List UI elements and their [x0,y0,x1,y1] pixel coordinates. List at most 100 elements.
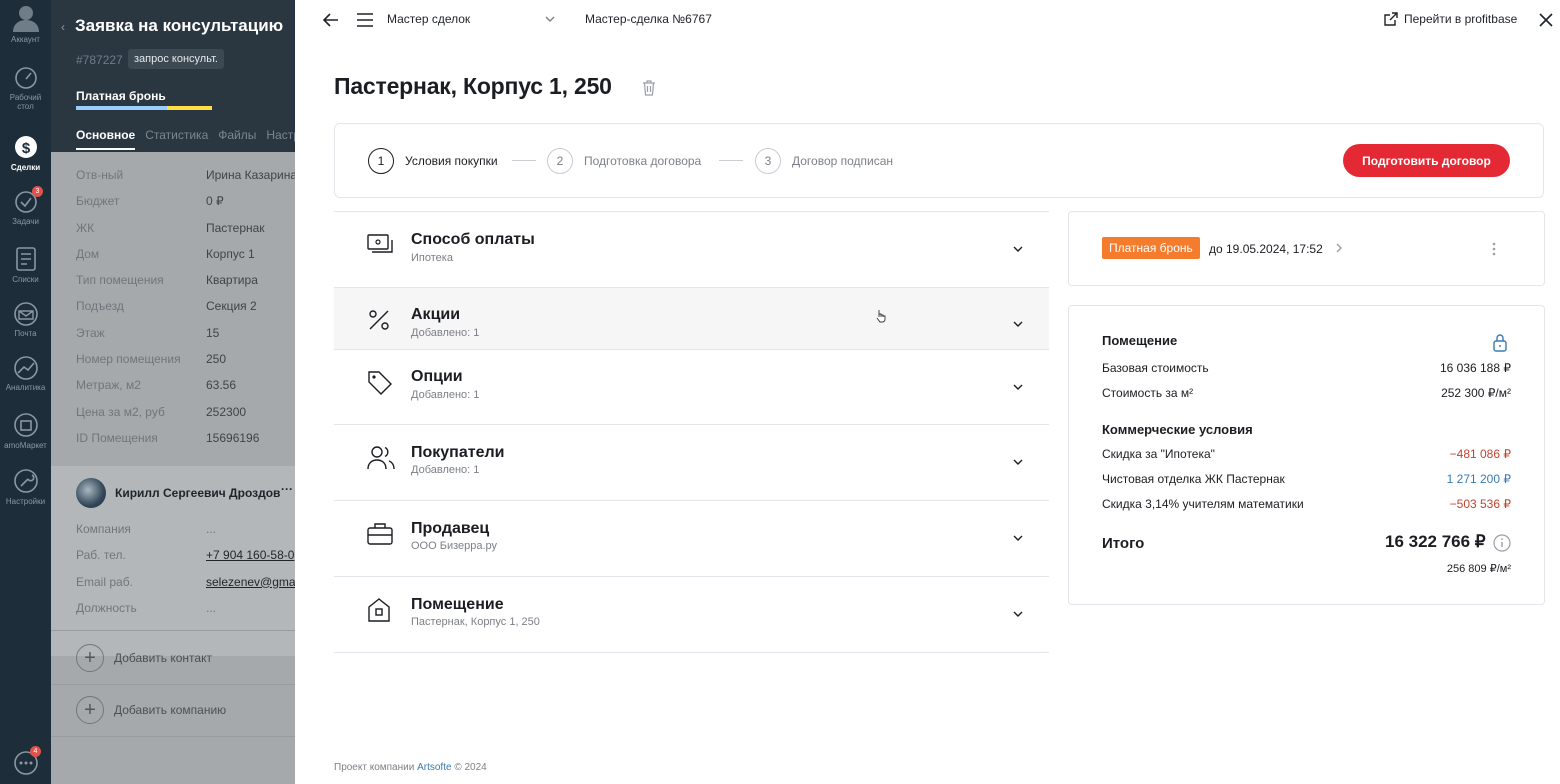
contact-name[interactable]: Кирилл Сергеевич Дроздов [115,486,280,500]
nav-analytics-label: Аналитика [5,383,46,392]
premises-heading: Помещение [1102,333,1178,348]
tab-settings[interactable]: Настр [266,128,295,150]
field-value[interactable]: Ирина Казарина [206,168,295,182]
nav-desktop[interactable]: Рабочий стол [0,66,51,111]
step-3[interactable]: 3 Договор подписан [755,148,893,174]
lists-icon [15,247,36,271]
field-value[interactable]: ... [206,601,216,615]
step-2[interactable]: 2 Подготовка договора [547,148,701,174]
chevron-right-icon[interactable] [1335,243,1343,253]
row-label: Скидка 3,14% учителям математики [1102,497,1304,511]
field-value[interactable]: Секция 2 [206,299,257,313]
step-label: Договор подписан [792,154,894,168]
nav-market[interactable]: amoМаркет [0,412,51,450]
commercial-heading: Коммерческие условия [1102,422,1253,437]
close-icon[interactable] [1539,13,1553,27]
prepare-contract-button[interactable]: Подготовить договор [1343,144,1510,177]
nav-deals[interactable]: $ Сделки [0,132,51,172]
field-value[interactable]: 252300 [206,405,246,419]
status-progress-bar [76,106,212,110]
lead-panel: ‹ Заявка на консультацию #787227 запрос … [51,0,295,784]
nav-tasks[interactable]: Задачи 3 [0,186,51,226]
footer-company-link[interactable]: Artsofte [417,762,451,773]
tab-main[interactable]: Основное [76,128,136,150]
tag-icon [368,371,392,395]
step-label: Условия покупки [405,154,498,168]
field-value[interactable]: 15 [206,326,219,340]
profitbase-link[interactable]: Перейти в profitbase [1384,12,1517,26]
step-connector [512,160,536,161]
arrow-left-icon[interactable] [323,12,339,28]
accordion-premises[interactable]: Помещение Пастернак, Корпус 1, 250 [334,577,1049,653]
kebab-menu-icon[interactable] [1492,241,1496,257]
accordion-options[interactable]: Опции Добавлено: 1 [334,350,1049,425]
field-value[interactable]: 0 ₽ [206,194,224,208]
accordion-subtitle: Добавлено: 1 [411,327,480,339]
home-icon [368,598,390,622]
add-contact-button[interactable]: + Добавить контакт [76,643,212,673]
phone-link[interactable]: +7 904 160-58-0 [206,548,294,562]
booking-card: Платная бронь до 19.05.2024, 17:52 [1068,211,1545,286]
nav-chat[interactable]: 4 [0,746,51,779]
more-icon[interactable]: ··· [281,482,293,496]
accordion-buyers[interactable]: Покупатели Добавлено: 1 [334,425,1049,501]
profitbase-link-label: Перейти в profitbase [1404,12,1518,26]
accordion-promotions[interactable]: Акции Добавлено: 1 [334,288,1049,350]
accordion-title: Продавец [411,520,490,537]
accordion-payment[interactable]: Способ оплаты Ипотека [334,211,1049,288]
nav-lists[interactable]: Списки [0,246,51,284]
chevron-down-icon [1013,535,1023,541]
field-label: Подъезд [76,299,124,314]
accordion-title: Опции [411,368,463,385]
info-icon[interactable] [1493,534,1511,552]
nav-account[interactable]: Аккаунт [0,4,51,44]
row-value: 1 271 200 ₽ [1446,472,1511,486]
field-label: ЖК [76,220,95,235]
step-number: 1 [368,148,394,174]
step-1[interactable]: 1 Условия покупки [368,148,498,174]
chevron-down-icon[interactable] [545,15,555,23]
field-value[interactable]: 15696196 [206,431,259,445]
hand-cursor-icon [876,310,886,323]
deal-master-modal: Мастер сделок Мастер-сделка №6767 Перейт… [295,0,1560,784]
field-value[interactable]: Корпус 1 [206,247,255,261]
tab-files[interactable]: Файлы [218,128,256,150]
deal-number: Мастер-сделка №6767 [585,12,712,26]
field-row: Цена за м2, руб 252300 [76,405,295,431]
field-row: Раб. тел. +7 904 160-58-0 [76,548,295,574]
nav-settings[interactable]: Настройки [0,468,51,506]
field-value[interactable]: Квартира [206,273,258,287]
booking-status-badge[interactable]: Платная бронь [1102,237,1200,259]
field-value[interactable]: ... [206,522,216,536]
plus-icon: + [76,644,104,672]
nav-analytics[interactable]: Аналитика [0,356,51,392]
add-contact-label: Добавить контакт [114,651,212,665]
menu-icon[interactable] [356,12,374,28]
lead-status[interactable]: Платная бронь [76,89,166,103]
lead-tabs: Основное Статистика Файлы Настр [76,128,295,150]
field-value[interactable]: Пастернак [206,221,265,235]
nav-mail[interactable]: Почта [0,302,51,338]
row-label: Базовая стоимость [1102,361,1209,375]
lock-icon[interactable] [1492,334,1508,352]
back-chevron-icon[interactable]: ‹ [61,20,65,34]
accordion-subtitle: ООО Бизерра.ру [411,540,498,552]
lead-tag[interactable]: запрос консульт. [128,49,224,69]
add-company-button[interactable]: + Добавить компанию [76,695,226,725]
email-link[interactable]: selezenev@gma [206,575,295,589]
payment-icon [367,234,393,253]
plus-icon: + [76,696,104,724]
accordion-seller[interactable]: Продавец ООО Бизерра.ру [334,501,1049,577]
field-row: ЖК Пастернак [76,221,295,247]
accordion-title: Помещение [411,596,504,613]
sqm-price-row: Стоимость за м² 252 300 ₽/м² [1102,386,1511,400]
master-select[interactable]: Мастер сделок [387,12,557,26]
field-value[interactable]: 250 [206,352,226,366]
finish-row: Чистовая отделка ЖК Пастернак 1 271 200 … [1102,472,1511,486]
tab-stats[interactable]: Статистика [145,128,208,150]
field-value[interactable]: 63.56 [206,378,236,392]
row-value: −481 086 ₽ [1449,447,1511,461]
chevron-down-icon [1013,611,1023,617]
trash-icon[interactable] [642,80,656,96]
lead-header: ‹ Заявка на консультацию #787227 запрос … [51,0,295,152]
